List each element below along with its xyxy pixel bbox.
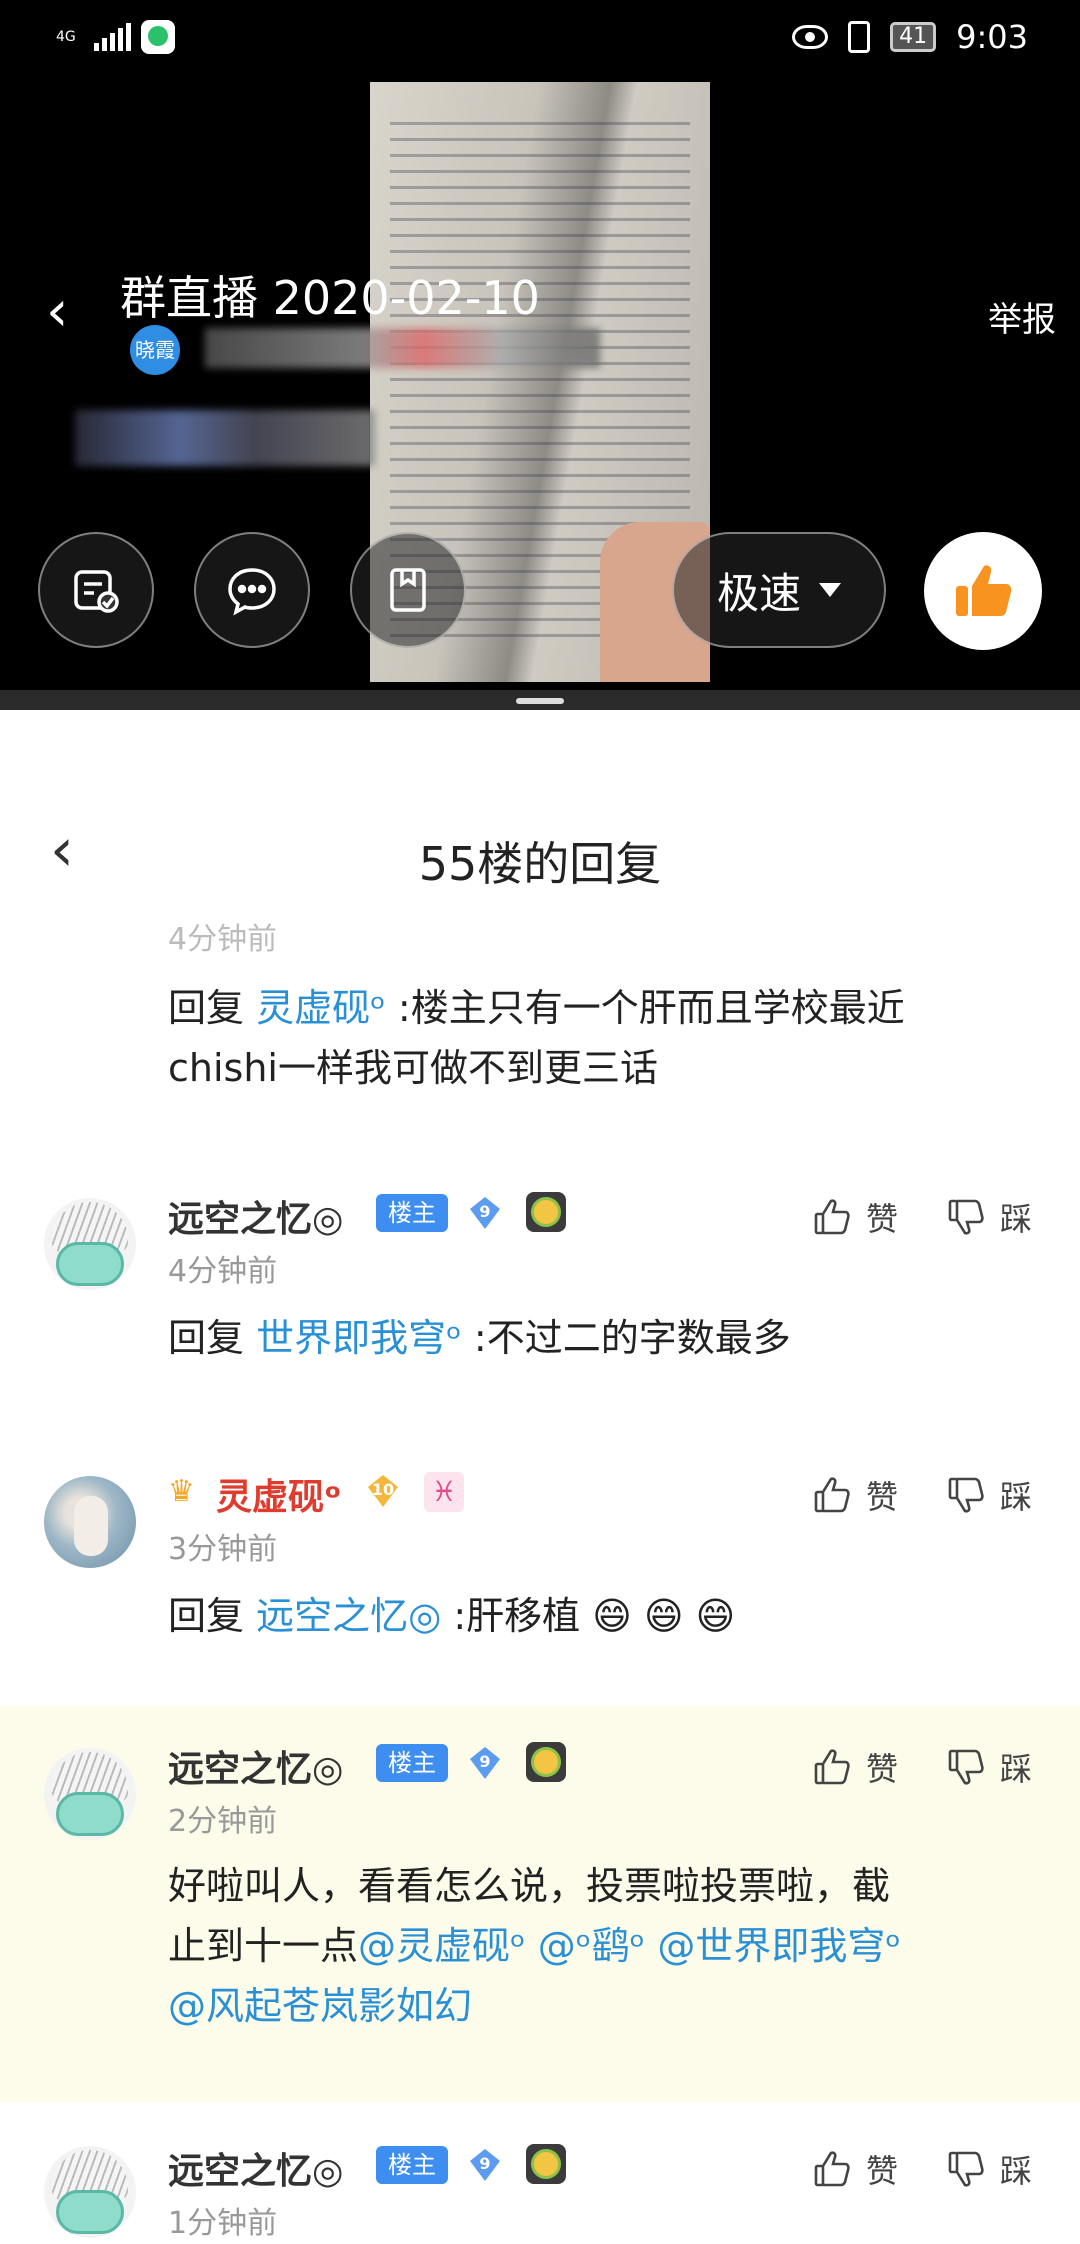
thumbs-up-icon xyxy=(814,1749,850,1785)
like-button[interactable]: 赞 xyxy=(812,2146,898,2192)
live-back-icon[interactable]: ‹ xyxy=(46,282,90,342)
live-title: 群直播 2020-02-10 xyxy=(120,271,540,325)
mention-link[interactable]: @风起苍岚影如幻 xyxy=(168,1976,1048,2036)
dislike-button[interactable]: 踩 xyxy=(946,1744,1032,1790)
blurred-viewers xyxy=(75,410,375,466)
username[interactable]: 远空之忆◎ xyxy=(168,1190,343,1242)
post-content: 回复 远空之忆◎ :肝移植 😄 😄 😄 xyxy=(168,1594,736,1638)
op-badge: 楼主 xyxy=(376,2146,448,2184)
post-content: 回复 灵虚砚ᵒ :楼主只有一个肝而且学校最近 chishi一样我可做不到更三话 xyxy=(168,986,905,1090)
avatar[interactable] xyxy=(44,1748,136,1840)
post-time: 4分钟前 xyxy=(168,1254,278,1289)
signal-icon xyxy=(94,23,131,51)
thumbs-up-icon xyxy=(814,1477,850,1513)
task-button[interactable] xyxy=(38,532,154,648)
like-button[interactable]: 赞 xyxy=(812,1194,898,1240)
reply-item-highlighted: 远空之忆◎ 楼主 9 赞 踩 2分钟前 好啦叫人，看看怎么说，投票啦投票啦，截 … xyxy=(0,1706,1080,2102)
op-badge: 楼主 xyxy=(376,1744,448,1782)
thumbs-down-icon xyxy=(948,2151,984,2187)
reply-item: 远空之忆◎ 楼主 9 赞 踩 4分钟前 回复 世界即我穹ᵒ :不过二的字数最多 xyxy=(0,1170,1080,1420)
thumbs-up-icon xyxy=(814,1199,850,1235)
like-button[interactable]: 赞 xyxy=(812,1472,898,1518)
dislike-button[interactable]: 踩 xyxy=(946,2146,1032,2192)
medal-icon xyxy=(526,1192,566,1232)
post-time: 2分钟前 xyxy=(168,1804,278,1839)
mention-link[interactable]: 灵虚砚ᵒ xyxy=(256,986,386,1030)
avatar[interactable] xyxy=(44,2146,136,2238)
task-icon xyxy=(74,570,119,613)
dislike-button[interactable]: 踩 xyxy=(946,1194,1032,1240)
status-bar: 4G 41 9:03 xyxy=(0,0,1080,80)
chevron-down-icon xyxy=(819,583,841,597)
post-time: 1分钟前 xyxy=(168,2206,278,2241)
level-icon: 10 xyxy=(364,1472,402,1510)
mention-link[interactable]: 世界即我穹ᵒ xyxy=(256,1316,462,1360)
post-content: 好啦叫人，看看怎么说，投票啦投票啦，截 止到十一点@灵虚砚ᵒ @ᵒ鹞ᵒ @世界即… xyxy=(168,1856,1048,2036)
blurred-host-info xyxy=(205,328,600,368)
vibrate-icon xyxy=(848,21,871,53)
chat-icon xyxy=(228,568,276,616)
speed-selector[interactable]: 极速 xyxy=(672,532,886,648)
app-notification-icon xyxy=(141,20,175,54)
post-time: 4分钟前 xyxy=(168,922,278,957)
mention-link[interactable]: @灵虚砚ᵒ @ᵒ鹞ᵒ @世界即我穹ᵒ xyxy=(358,1924,901,1968)
crown-icon: ♛ xyxy=(168,1474,195,1509)
username[interactable]: 远空之忆◎ xyxy=(168,1740,343,1792)
live-video-area[interactable]: 4G 41 9:03 ‹ 群直播 2020-02-10 晓霞 举报 极速 xyxy=(0,0,1080,710)
like-button[interactable]: 赞 xyxy=(812,1744,898,1790)
host-tag: 晓霞 xyxy=(130,325,180,375)
medal-icon xyxy=(526,2144,566,2184)
live-like-button[interactable] xyxy=(924,532,1042,650)
bookmark-icon xyxy=(390,568,426,612)
level-icon: 9 xyxy=(466,1744,504,1782)
chat-button[interactable] xyxy=(194,532,310,648)
avatar[interactable] xyxy=(44,1476,136,1568)
speed-label: 极速 xyxy=(716,568,801,618)
username[interactable]: 灵虚砚ᵒ xyxy=(216,1468,342,1520)
thumbs-down-icon xyxy=(948,1477,984,1513)
emoji-icon: 😄 😄 😄 xyxy=(592,1594,736,1638)
drag-handle[interactable] xyxy=(516,698,564,704)
level-icon: 9 xyxy=(466,2146,504,2184)
medal-icon xyxy=(526,1742,566,1782)
thumbs-up-icon xyxy=(956,565,1012,616)
page-title: 55楼的回复 xyxy=(418,837,662,891)
network-type: 4G xyxy=(56,29,76,45)
post-content: 回复 世界即我穹ᵒ :不过二的字数最多 xyxy=(168,1316,791,1360)
eye-comfort-icon xyxy=(792,25,829,49)
clock: 9:03 xyxy=(956,18,1028,56)
post-time: 3分钟前 xyxy=(168,1532,278,1567)
battery-icon: 41 xyxy=(890,22,937,52)
op-badge: 楼主 xyxy=(376,1194,448,1232)
report-button[interactable]: 举报 xyxy=(988,292,1056,341)
thumbs-down-icon xyxy=(948,1749,984,1785)
zodiac-icon: ♓ xyxy=(424,1472,464,1512)
mention-link[interactable]: 远空之忆◎ xyxy=(256,1594,441,1638)
bookmark-button[interactable] xyxy=(350,532,466,648)
dislike-button[interactable]: 踩 xyxy=(946,1472,1032,1518)
replies-header: ‹ 55楼的回复 xyxy=(0,710,1080,920)
username[interactable]: 远空之忆◎ xyxy=(168,2142,343,2194)
thumbs-down-icon xyxy=(948,1199,984,1235)
reply-item: 远空之忆◎ 楼主 9 赞 踩 1分钟前 xyxy=(0,2102,1080,2244)
thumbs-up-icon xyxy=(814,2151,850,2187)
level-icon: 9 xyxy=(466,1194,504,1232)
avatar[interactable] xyxy=(44,1198,136,1290)
reply-item: ♛ 灵虚砚ᵒ 10 ♓ 赞 踩 3分钟前 回复 远空之忆◎ :肝移植 😄 😄 😄 xyxy=(0,1448,1080,1698)
